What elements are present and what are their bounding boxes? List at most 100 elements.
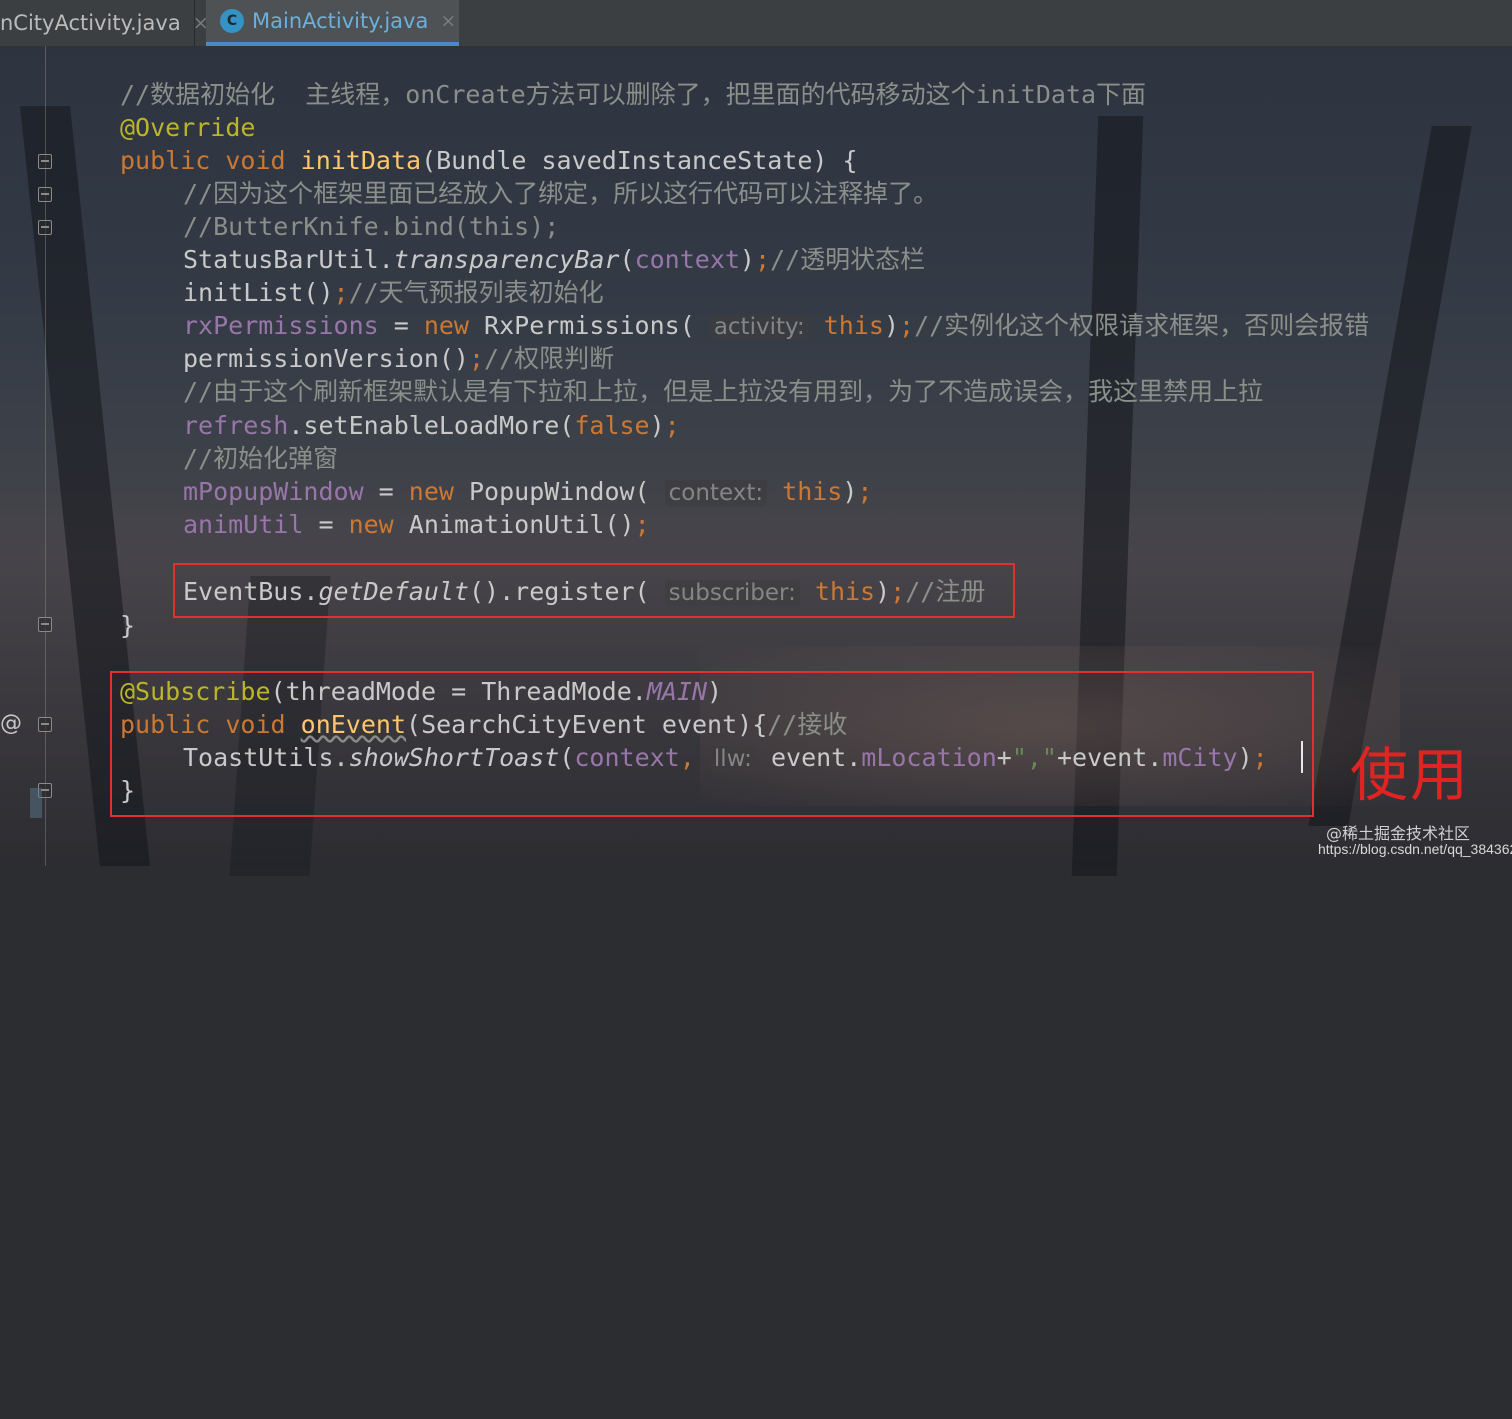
code-comment: //ButterKnife.bind(this); bbox=[183, 212, 560, 241]
code-semicolon: ; bbox=[857, 477, 873, 506]
code-text: + bbox=[996, 743, 1012, 772]
code-text: (threadMode = ThreadMode. bbox=[270, 677, 647, 706]
code-field: mCity bbox=[1162, 743, 1238, 772]
code-line: rxPermissions = new RxPermissions( activ… bbox=[183, 309, 1369, 342]
code-text: = bbox=[378, 311, 424, 340]
code-keyword: void bbox=[225, 146, 286, 175]
code-field: animUtil bbox=[183, 510, 304, 539]
code-text: EventBus. bbox=[183, 577, 319, 606]
code-semicolon: ; bbox=[468, 344, 485, 373]
code-comma: , bbox=[679, 743, 710, 772]
code-line: public void onEvent(SearchCityEvent even… bbox=[120, 708, 847, 741]
code-text: +event. bbox=[1056, 743, 1163, 772]
code-keyword: new bbox=[348, 510, 394, 539]
code-annotation: @Override bbox=[120, 113, 256, 142]
code-text: ) bbox=[875, 577, 891, 606]
code-keyword: this bbox=[808, 311, 884, 340]
code-editor[interactable]: //数据初始化 主线程，onCreate方法可以删除了，把里面的代码移动这个in… bbox=[0, 0, 1512, 866]
code-text: (Bundle savedInstanceState) { bbox=[421, 146, 858, 175]
code-text: ().register( bbox=[468, 577, 665, 606]
watermark-url: https://blog.csdn.net/qq_38436214 bbox=[1318, 841, 1512, 857]
code-line: animUtil = new AnimationUtil(); bbox=[183, 508, 650, 541]
parameter-hint: llw: bbox=[709, 746, 756, 772]
code-line: //由于这个刷新框架默认是有下拉和上拉，但是上拉没有用到，为了不造成误会，我这里… bbox=[183, 375, 1263, 408]
code-field: context bbox=[574, 743, 680, 772]
code-semicolon: ; bbox=[333, 278, 349, 307]
code-brace: } bbox=[120, 611, 136, 640]
parameter-hint: activity: bbox=[709, 314, 809, 340]
code-semicolon: ; bbox=[664, 411, 680, 440]
code-text: .setEnableLoadMore( bbox=[288, 411, 575, 440]
code-text: = bbox=[303, 510, 349, 539]
code-text: (SearchCityEvent event){ bbox=[406, 710, 768, 739]
code-keyword: this bbox=[799, 577, 876, 606]
code-comment: //权限判断 bbox=[484, 344, 615, 373]
code-text: PopupWindow( bbox=[453, 477, 665, 506]
code-text: ) bbox=[883, 311, 899, 340]
annotation-label-use: 使用 bbox=[1350, 741, 1471, 809]
parameter-hint: subscriber: bbox=[664, 580, 800, 606]
code-field: refresh bbox=[183, 411, 289, 440]
parameter-hint: context: bbox=[664, 480, 768, 506]
code-semicolon: ; bbox=[754, 245, 771, 274]
code-comment: //接收 bbox=[767, 710, 848, 739]
code-text: ( bbox=[559, 743, 575, 772]
code-static-method: showShortToast bbox=[348, 743, 560, 772]
code-text: ( bbox=[619, 245, 635, 274]
code-brace: } bbox=[120, 776, 136, 805]
code-comment: //注册 bbox=[905, 577, 986, 606]
code-comment: //由于这个刷新框架默认是有下拉和上拉，但是上拉没有用到，为了不造成误会，我这里… bbox=[183, 377, 1264, 406]
code-line: EventBus.getDefault().register( subscrib… bbox=[183, 575, 985, 608]
code-comment: //天气预报列表初始化 bbox=[348, 278, 604, 307]
code-line: initList();//天气预报列表初始化 bbox=[183, 276, 604, 309]
code-text: ) bbox=[842, 477, 858, 506]
code-line: } bbox=[120, 609, 135, 642]
code-keyword: this bbox=[767, 477, 843, 506]
code-text: AnimationUtil() bbox=[393, 510, 635, 539]
code-comment: //实例化这个权限请求框架，否则会报错 bbox=[914, 311, 1370, 340]
code-line: } bbox=[120, 774, 135, 807]
code-method-name: initData bbox=[300, 146, 422, 175]
code-line: permissionVersion();//权限判断 bbox=[183, 342, 614, 375]
code-field: context bbox=[634, 245, 740, 274]
code-semicolon: ; bbox=[890, 577, 906, 606]
text-caret bbox=[1301, 741, 1303, 773]
code-line: mPopupWindow = new PopupWindow( context:… bbox=[183, 475, 872, 508]
code-text: ToastUtils. bbox=[183, 743, 349, 772]
code-text: ) bbox=[707, 677, 723, 706]
code-line: StatusBarUtil.transparencyBar(context);/… bbox=[183, 243, 925, 276]
code-line: public void initData(Bundle savedInstanc… bbox=[120, 144, 858, 177]
code-line: @Override bbox=[120, 111, 255, 144]
code-line: refresh.setEnableLoadMore(false); bbox=[183, 409, 680, 442]
code-field: mPopupWindow bbox=[183, 477, 364, 506]
code-text: = bbox=[363, 477, 409, 506]
code-line: //ButterKnife.bind(this); bbox=[183, 210, 559, 243]
code-line: //初始化弹窗 bbox=[183, 442, 338, 475]
code-comment: //透明状态栏 bbox=[770, 245, 926, 274]
code-text: initList() bbox=[183, 278, 334, 307]
code-keyword: public bbox=[120, 146, 211, 175]
code-text: ) bbox=[649, 411, 665, 440]
code-semicolon: ; bbox=[899, 311, 915, 340]
code-keyword: public bbox=[120, 710, 211, 739]
code-keyword: false bbox=[574, 411, 650, 440]
code-semicolon: ; bbox=[634, 510, 650, 539]
code-keyword: new bbox=[408, 477, 454, 506]
code-semicolon: ; bbox=[1252, 743, 1268, 772]
code-text: StatusBarUtil. bbox=[183, 245, 394, 274]
code-text: event. bbox=[755, 743, 862, 772]
code-annotation: @Subscribe bbox=[120, 677, 271, 706]
code-line: //数据初始化 主线程，onCreate方法可以删除了，把里面的代码移动这个in… bbox=[120, 78, 1146, 111]
code-comment: //数据初始化 主线程，onCreate方法可以删除了，把里面的代码移动这个in… bbox=[120, 80, 1147, 109]
code-static-method: transparencyBar bbox=[393, 245, 620, 274]
code-comment: //初始化弹窗 bbox=[183, 444, 339, 473]
code-method-name: onEvent bbox=[300, 710, 407, 739]
code-static-method: getDefault bbox=[318, 577, 469, 606]
code-comment: //因为这个框架里面已经放入了绑定，所以这行代码可以注释掉了。 bbox=[183, 179, 939, 208]
code-text: permissionVersion() bbox=[183, 344, 469, 373]
code-text: ) bbox=[739, 245, 755, 274]
code-text: ) bbox=[1237, 743, 1253, 772]
code-line: //因为这个框架里面已经放入了绑定，所以这行代码可以注释掉了。 bbox=[183, 177, 938, 210]
code-string: "," bbox=[1011, 743, 1057, 772]
code-keyword: new bbox=[423, 311, 469, 340]
